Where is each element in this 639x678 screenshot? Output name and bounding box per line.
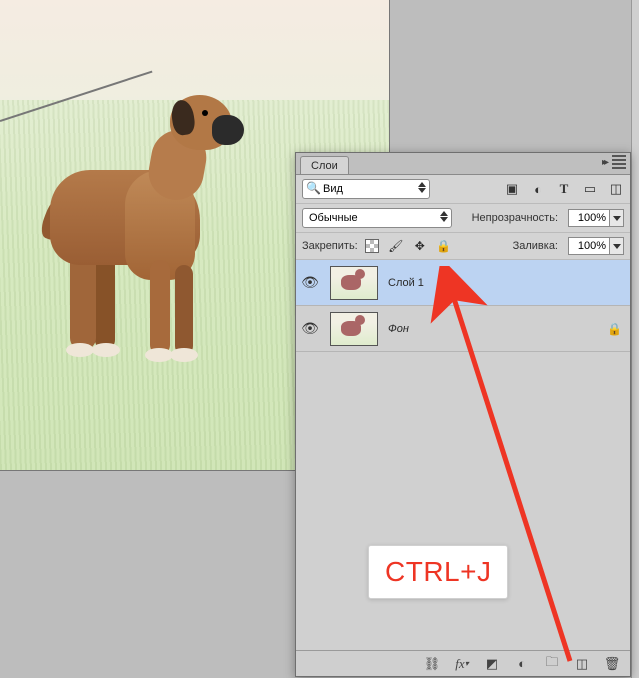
panel-menu-icon[interactable]	[612, 155, 626, 169]
filter-kind-select[interactable]: 🔍 Вид	[302, 179, 430, 199]
visibility-icon[interactable]: 👁	[300, 274, 320, 291]
lock-image-icon[interactable]: 🖌	[388, 238, 404, 254]
layer-row[interactable]: 👁 Слой 1	[296, 260, 630, 306]
group-icon[interactable]: 🗀	[544, 656, 560, 672]
fx-icon[interactable]: fx▾	[454, 656, 470, 672]
blend-mode-select[interactable]: Обычные	[302, 208, 452, 228]
lock-position-icon[interactable]: ✥	[412, 238, 428, 254]
filter-smart-icon[interactable]: ◫	[608, 181, 624, 197]
delete-layer-icon[interactable]: 🗑	[604, 656, 620, 672]
panel-footer: ⛓ fx▾ ◩ ◐ 🗀 ◫ 🗑	[296, 650, 630, 676]
blend-mode-dropdown[interactable]: Обычные	[302, 208, 452, 228]
annotation-text: CTRL+J	[385, 556, 491, 587]
fill-stepper[interactable]	[610, 237, 624, 255]
layer-thumbnail[interactable]	[330, 266, 378, 300]
filter-adjust-icon[interactable]: ◐	[530, 181, 546, 197]
filter-row: 🔍 Вид ▣ ◐ T ▭ ◫	[296, 175, 630, 204]
opacity-stepper[interactable]	[610, 209, 624, 227]
layer-row[interactable]: 👁 Фон 🔒	[296, 306, 630, 352]
link-layers-icon[interactable]: ⛓	[424, 656, 440, 672]
layer-name[interactable]: Слой 1	[388, 277, 424, 289]
lock-all-icon[interactable]: 🔒	[436, 238, 452, 254]
fill-label: Заливка:	[513, 240, 558, 252]
tab-layers[interactable]: Слои	[300, 156, 349, 174]
opacity-label: Непрозрачность:	[472, 212, 558, 224]
filter-kind-dropdown[interactable]: Вид	[302, 179, 430, 199]
filter-pixel-icon[interactable]: ▣	[504, 181, 520, 197]
visibility-icon[interactable]: 👁	[300, 320, 320, 337]
filter-shape-icon[interactable]: ▭	[582, 181, 598, 197]
layer-thumbnail[interactable]	[330, 312, 378, 346]
lock-transparent-icon[interactable]	[364, 238, 380, 254]
lock-row: Закрепить: 🖌 ✥ 🔒 Заливка:	[296, 233, 630, 260]
filter-type-icon[interactable]: T	[556, 181, 572, 197]
fill-input[interactable]	[568, 237, 610, 255]
lock-indicator-icon: 🔒	[607, 322, 622, 336]
collapse-icon[interactable]: ▸▸	[602, 157, 606, 168]
annotation-label: CTRL+J	[368, 545, 508, 599]
layer-name[interactable]: Фон	[388, 323, 409, 335]
add-mask-icon[interactable]: ◩	[484, 656, 500, 672]
new-layer-icon[interactable]: ◫	[574, 656, 590, 672]
adjustment-layer-icon[interactable]: ◐	[514, 656, 530, 672]
panel-tabbar: Слои ▸▸	[296, 153, 630, 175]
opacity-input[interactable]	[568, 209, 610, 227]
app-scrollbar[interactable]	[631, 0, 639, 678]
lock-label: Закрепить:	[302, 240, 358, 252]
blend-row: Обычные Непрозрачность:	[296, 204, 630, 233]
